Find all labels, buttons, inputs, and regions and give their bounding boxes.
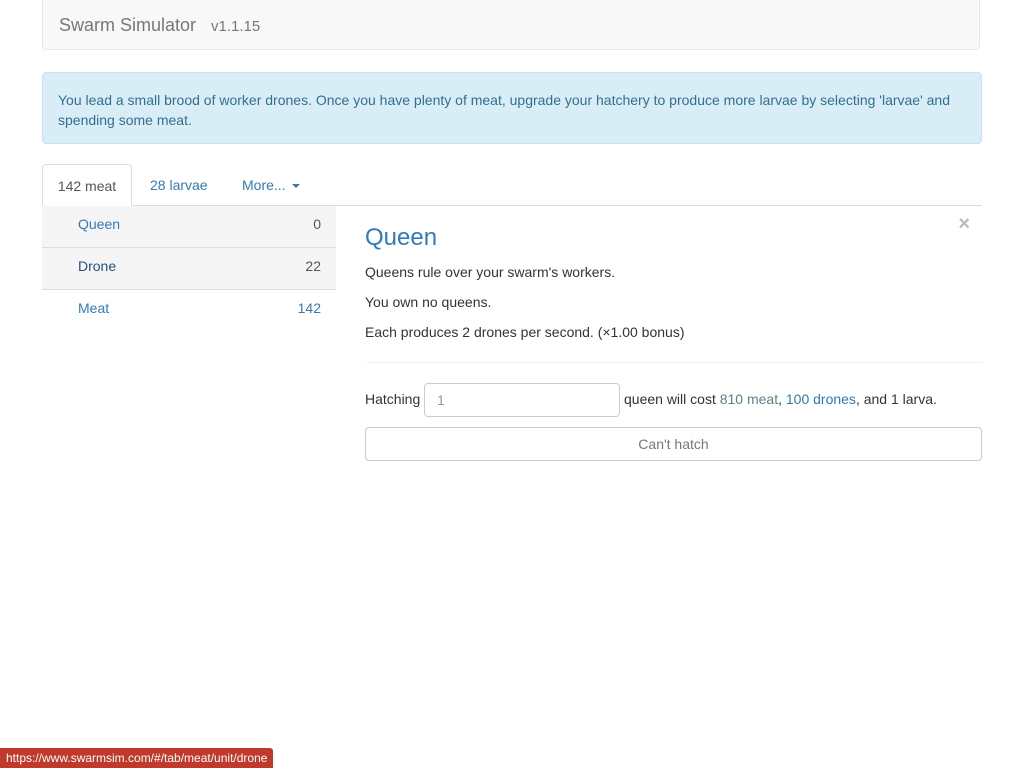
unit-count: 22 bbox=[305, 258, 321, 274]
app-version: v1.1.15 bbox=[211, 18, 261, 35]
cost-drones-link[interactable]: 100 drones bbox=[786, 391, 856, 407]
unit-name: Meat bbox=[78, 300, 110, 316]
unit-title: Queen bbox=[365, 224, 438, 251]
caret-down-icon bbox=[291, 184, 300, 189]
divider bbox=[367, 362, 982, 363]
unit-count: 142 bbox=[297, 300, 321, 316]
tab-meat-label: 142 meat bbox=[57, 178, 117, 194]
hatch-label: Hatching bbox=[365, 391, 421, 407]
cost-meat-link[interactable]: 810 meat bbox=[720, 391, 778, 407]
status-bar-url: https://www.swarmsim.com/#/tab/meat/unit… bbox=[0, 748, 274, 768]
navbar: Swarm Simulator v1.1.15 bbox=[42, 0, 980, 50]
unit-name: Drone bbox=[78, 258, 117, 274]
unit-production: Each produces 2 drones per second. (×1.0… bbox=[365, 324, 685, 340]
unit-list: Queen 0 Drone 22 Meat 142 bbox=[42, 206, 336, 332]
cost-prefix: queen will cost bbox=[624, 391, 716, 407]
tab-larvae-label: 28 larvae bbox=[150, 177, 208, 193]
cost-sep: , bbox=[778, 391, 782, 407]
tab-more-label: More... bbox=[242, 177, 286, 193]
alert-text: You lead a small brood of worker drones.… bbox=[58, 92, 951, 128]
hatch-button[interactable]: Can't hatch bbox=[365, 427, 982, 461]
unit-owned: You own no queens. bbox=[365, 294, 492, 310]
unit-name: Queen bbox=[78, 216, 121, 232]
tab-bar: 142 meat 28 larvae More... bbox=[42, 164, 982, 206]
close-icon[interactable]: × bbox=[958, 214, 970, 234]
cost-suffix: , and 1 larva. bbox=[855, 391, 937, 407]
hatch-cost: queen will cost 810 meat, 100 drones, an… bbox=[624, 391, 937, 407]
info-alert: You lead a small brood of worker drones.… bbox=[42, 72, 982, 144]
app-title[interactable]: Swarm Simulator bbox=[59, 15, 196, 36]
unit-row-drone[interactable]: Drone 22 bbox=[42, 248, 336, 290]
hatch-row: Hatching queen will cost 810 meat, 100 d… bbox=[365, 383, 982, 417]
tab-meat[interactable]: 142 meat bbox=[42, 164, 132, 206]
unit-row-queen[interactable]: Queen 0 bbox=[42, 206, 336, 248]
unit-count: 0 bbox=[313, 216, 321, 232]
unit-row-meat[interactable]: Meat 142 bbox=[42, 290, 336, 332]
tab-more-dropdown[interactable]: More... bbox=[242, 164, 300, 206]
tab-larvae[interactable]: 28 larvae bbox=[150, 164, 208, 206]
unit-description: Queens rule over your swarm's workers. bbox=[365, 264, 616, 280]
hatch-quantity-input[interactable] bbox=[424, 383, 620, 417]
